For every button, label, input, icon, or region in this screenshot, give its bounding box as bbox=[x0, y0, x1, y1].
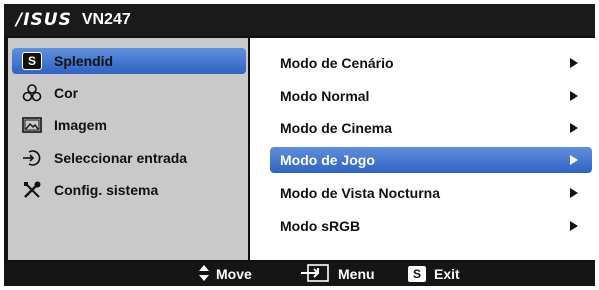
submenu-item-label: Modo de Jogo bbox=[280, 152, 375, 168]
model-name: VN247 bbox=[81, 11, 131, 28]
submenu-item-jogo[interactable]: Modo de Jogo bbox=[270, 147, 592, 173]
input-select-icon bbox=[20, 148, 44, 168]
exit-hint: S Exit bbox=[408, 262, 460, 286]
submenu-panel: Modo de Cenário Modo Normal Modo de Cine… bbox=[250, 38, 595, 260]
footer-hint-bar: Move Menu S Exit bbox=[4, 262, 595, 286]
main-menu-panel: S Splendid Cor Imagem Seleccionar entrad… bbox=[8, 38, 248, 260]
up-down-arrows-icon bbox=[198, 264, 210, 285]
chevron-right-icon bbox=[570, 188, 578, 198]
menu-label: Menu bbox=[338, 266, 375, 282]
sidebar-item-label: Cor bbox=[54, 85, 79, 101]
sidebar-item-cor[interactable]: Cor bbox=[12, 80, 246, 106]
image-icon bbox=[20, 115, 44, 135]
submenu-item-cinema[interactable]: Modo de Cinema bbox=[270, 115, 592, 141]
color-icon bbox=[20, 83, 44, 103]
sidebar-item-label: Config. sistema bbox=[54, 182, 159, 198]
submenu-item-cenario[interactable]: Modo de Cenário bbox=[270, 50, 592, 76]
splendid-s-icon: S bbox=[20, 51, 44, 71]
sidebar-item-imagem[interactable]: Imagem bbox=[12, 112, 246, 138]
submenu-item-label: Modo de Cenário bbox=[280, 55, 394, 71]
chevron-right-icon bbox=[570, 58, 578, 68]
submenu-item-vista-nocturna[interactable]: Modo de Vista Nocturna bbox=[270, 180, 592, 206]
chevron-right-icon bbox=[570, 91, 578, 101]
enter-icon bbox=[300, 263, 330, 285]
exit-label: Exit bbox=[434, 266, 460, 282]
submenu-item-label: Modo Normal bbox=[280, 88, 370, 104]
submenu-item-normal[interactable]: Modo Normal bbox=[270, 83, 592, 109]
submenu-item-label: Modo de Cinema bbox=[280, 120, 393, 136]
chevron-right-icon bbox=[570, 123, 578, 133]
sidebar-item-splendid[interactable]: S Splendid bbox=[12, 48, 246, 74]
exit-s-icon: S bbox=[408, 266, 426, 282]
title-bar: /ISUS VN247 bbox=[4, 4, 595, 36]
menu-hint: Menu bbox=[300, 262, 375, 286]
chevron-right-icon bbox=[570, 155, 578, 165]
submenu-item-label: Modo sRGB bbox=[280, 218, 361, 234]
sidebar-item-seleccionar-entrada[interactable]: Seleccionar entrada bbox=[12, 145, 246, 171]
submenu-item-label: Modo de Vista Nocturna bbox=[280, 185, 440, 201]
sidebar-item-label: Seleccionar entrada bbox=[54, 150, 188, 166]
submenu-item-srgb[interactable]: Modo sRGB bbox=[270, 213, 592, 239]
chevron-right-icon bbox=[570, 221, 578, 231]
sidebar-item-config-sistema[interactable]: Config. sistema bbox=[12, 177, 246, 203]
sidebar-item-label: Splendid bbox=[54, 53, 114, 69]
tools-icon bbox=[20, 180, 44, 200]
sidebar-item-label: Imagem bbox=[54, 117, 107, 133]
osd-window: /ISUS VN247 S Splendid Cor Imagem Selecc… bbox=[4, 4, 595, 286]
asus-logo: /ISUS bbox=[16, 10, 72, 30]
move-hint: Move bbox=[198, 262, 252, 286]
move-label: Move bbox=[216, 266, 252, 282]
